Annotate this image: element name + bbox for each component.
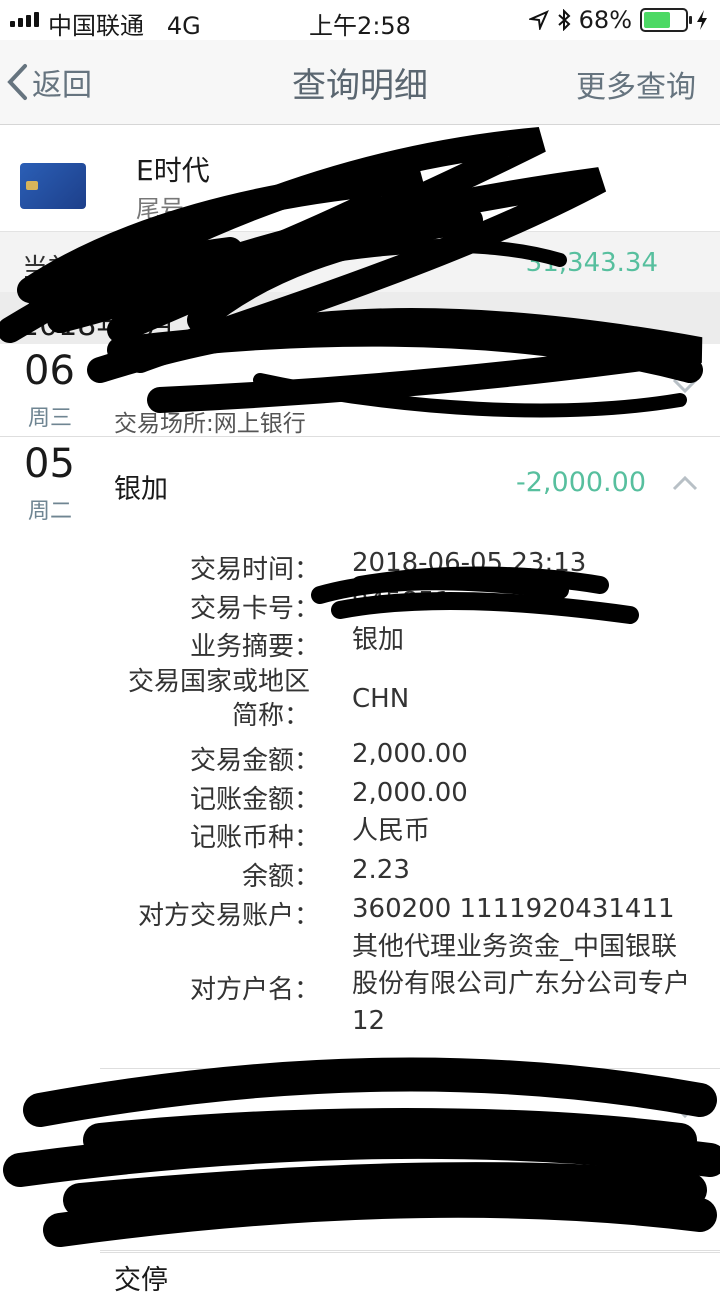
- detail-label: 对方户名：: [189, 975, 320, 1005]
- divider: [100, 1250, 720, 1251]
- txn-day: 06: [24, 348, 75, 394]
- charging-icon: [697, 10, 707, 30]
- detail-value: 360200 1111920431411: [352, 894, 675, 924]
- detail-value: 2,000.00: [352, 739, 468, 769]
- detail-value: 银加: [352, 625, 405, 655]
- txn-place: 交易场所:网上银行: [114, 411, 306, 437]
- detail-label: 交易国家或地区简称：: [127, 667, 310, 731]
- txn-amount: -2,000.00: [516, 467, 646, 498]
- detail-value: 2018-06-05 23:13: [352, 548, 587, 578]
- detail-value: CHN: [352, 684, 410, 714]
- detail-label: 余额：: [241, 862, 320, 892]
- detail-value: 其他代理业务资金_中国银联股份有限公司广东分公司专户12: [352, 932, 691, 1036]
- detail-label: 交易卡号：: [189, 594, 320, 624]
- chevron-up-icon[interactable]: [672, 475, 698, 491]
- bluetooth-icon: [557, 9, 571, 31]
- chevron-down-icon[interactable]: [672, 1103, 698, 1119]
- detail-value: 人民币: [352, 816, 431, 846]
- chevron-down-icon[interactable]: [672, 1194, 698, 1210]
- status-right: 68%: [528, 6, 708, 34]
- more-query-button[interactable]: 更多查询: [576, 62, 696, 106]
- transaction-row[interactable]: 06 周三 交易场所:网上银行: [0, 344, 720, 437]
- chevron-down-icon[interactable]: [672, 378, 698, 394]
- detail-label: 交易金额：: [189, 746, 320, 776]
- month-header: 2018年6月: [0, 292, 720, 344]
- nav-bar: 返回 查询明细 更多查询: [0, 40, 720, 125]
- month-label: 2018年6月: [20, 308, 176, 343]
- detail-label: 记账金额：: [189, 785, 320, 815]
- balance-bar: 当前人民币 31,343.34: [0, 231, 720, 292]
- detail-value: 945851: [352, 587, 452, 617]
- detail-value: 2.23: [352, 855, 410, 885]
- txn-name: 交停: [114, 1265, 168, 1296]
- detail-label: 业务摘要：: [189, 632, 320, 662]
- detail-label: 记账币种：: [189, 823, 320, 853]
- txn-weekday: 周三: [28, 406, 73, 431]
- txn-weekday: 周二: [28, 499, 73, 524]
- card-header: E时代 尾号: [0, 125, 720, 230]
- detail-label: 交易时间：: [189, 555, 320, 585]
- transaction-row-expanded[interactable]: 05 周二 银加 -2,000.00: [0, 437, 720, 529]
- card-number-tail: 尾号: [136, 195, 184, 223]
- transaction-row[interactable]: [100, 1160, 720, 1253]
- balance-amount: 31,343.34: [525, 248, 658, 278]
- battery-percent: 68%: [578, 6, 632, 34]
- txn-day: 05: [24, 441, 75, 487]
- bank-card-image: [20, 163, 86, 209]
- detail-value: 2,000.00: [352, 778, 468, 808]
- txn-name: 银加: [114, 474, 168, 505]
- balance-label: 当前人民币: [22, 254, 153, 284]
- status-bar: 中国联通 4G 上午2:58 68%: [0, 0, 720, 40]
- detail-label: 对方交易账户：: [137, 901, 320, 931]
- battery-icon: [640, 8, 692, 32]
- transaction-row[interactable]: [100, 1068, 720, 1162]
- card-name: E时代: [136, 154, 210, 187]
- location-icon: [528, 10, 549, 30]
